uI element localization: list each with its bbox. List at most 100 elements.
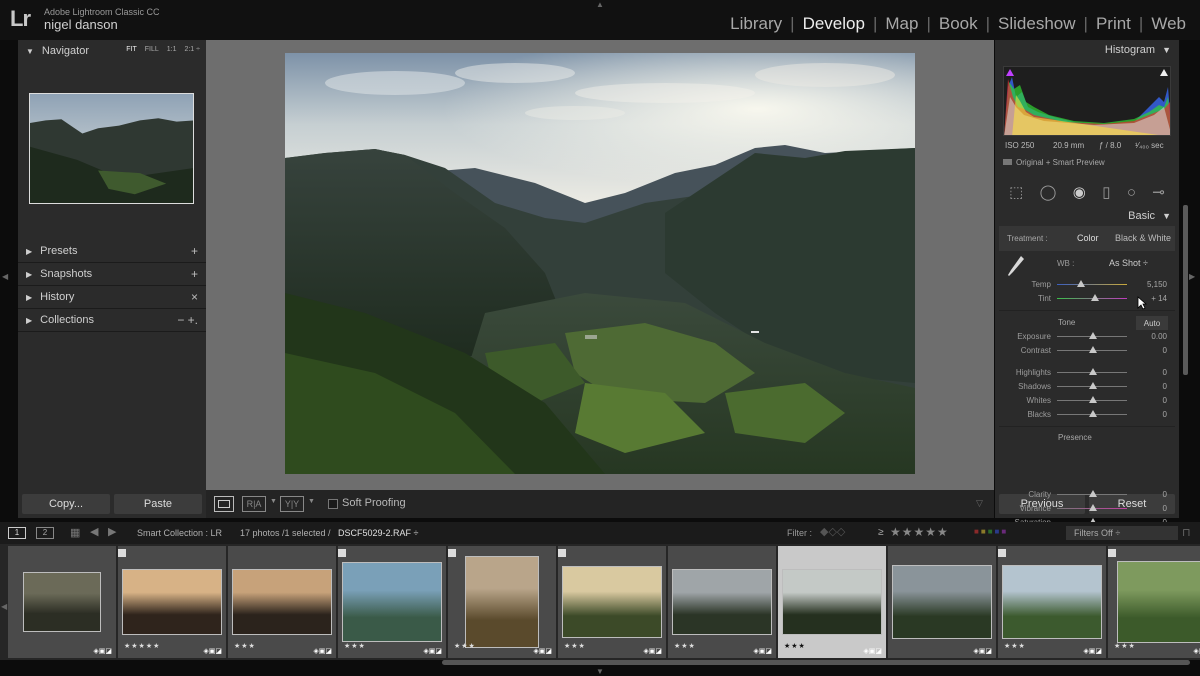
thumbnail-rating[interactable]: ★★★: [1004, 642, 1026, 650]
filmstrip-scrollbar[interactable]: [442, 660, 1190, 665]
filmstrip-thumbnail[interactable]: ◈▣◪ ★★★: [338, 546, 446, 658]
spot-removal-icon[interactable]: ◯: [1040, 183, 1057, 201]
wb-preset-select[interactable]: As Shot ÷: [1109, 258, 1148, 268]
filter-lock-icon[interactable]: ⊓: [1182, 526, 1191, 539]
histogram-header[interactable]: Histogram ▼: [1105, 44, 1171, 56]
thumbnail-rating[interactable]: ★★★: [454, 642, 476, 650]
filmstrip-thumbnail[interactable]: ◈▣◪ ★★★: [228, 546, 336, 658]
blacks-value[interactable]: 0: [1137, 410, 1167, 419]
highlight-clipping-icon[interactable]: [1160, 69, 1168, 76]
soft-proofing-checkbox[interactable]: [328, 499, 338, 509]
thumbnail-badges-icon[interactable]: ◈▣◪: [643, 647, 662, 655]
module-book[interactable]: Book: [931, 14, 986, 34]
clarity-slider-thumb[interactable]: [1089, 490, 1097, 497]
thumbnail-badges-icon[interactable]: ◈▣◪: [313, 647, 332, 655]
dropdown-arrow-icon[interactable]: ▼: [308, 498, 315, 505]
filmstrip-thumbnail[interactable]: ◈▣◪ ★★★: [558, 546, 666, 658]
add-snapshot-button[interactable]: +: [191, 267, 198, 281]
crop-icon[interactable]: ⬚: [1009, 183, 1023, 201]
red-eye-icon[interactable]: ◉: [1073, 183, 1086, 201]
temp-slider-thumb[interactable]: [1077, 280, 1085, 287]
histogram[interactable]: [1003, 66, 1171, 136]
shadow-clipping-icon[interactable]: [1006, 69, 1014, 76]
module-map[interactable]: Map: [877, 14, 926, 34]
auto-tone-button[interactable]: Auto: [1136, 316, 1168, 330]
selected-filename[interactable]: DSCF5029-2.RAF ÷: [338, 528, 418, 538]
tint-slider-thumb[interactable]: [1091, 294, 1099, 301]
module-web[interactable]: Web: [1143, 14, 1194, 34]
secondary-window-button[interactable]: 2: [36, 527, 54, 539]
filmstrip-thumbnail[interactable]: ◈▣◪ ★★★: [668, 546, 776, 658]
dropdown-arrow-icon[interactable]: ▼: [270, 498, 277, 505]
shadows-value[interactable]: 0: [1137, 382, 1167, 391]
filter-preset-select[interactable]: Filters Off ÷: [1066, 526, 1178, 540]
main-window-button[interactable]: 1: [8, 527, 26, 539]
thumbnail-rating[interactable]: ★★★: [784, 642, 806, 650]
thumbnail-rating[interactable]: ★★★: [344, 642, 366, 650]
thumbnail-rating[interactable]: ★★★: [1114, 642, 1136, 650]
main-photo[interactable]: [285, 53, 915, 474]
zoom-2-1[interactable]: 2:1 ÷: [184, 46, 200, 53]
filmstrip-thumbnail[interactable]: ◈▣◪ ★★★: [1108, 546, 1200, 658]
module-slideshow[interactable]: Slideshow: [990, 14, 1084, 34]
filmstrip-thumbnail[interactable]: ◈▣◪: [888, 546, 996, 658]
filmstrip-thumbnail[interactable]: ◈▣◪ ★★★★★: [118, 546, 226, 658]
thumbnail-rating[interactable]: ★★★: [564, 642, 586, 650]
white-balance-selector-icon[interactable]: [1007, 254, 1025, 278]
graduated-filter-icon[interactable]: ▯: [1102, 183, 1110, 201]
pick-flag-icon[interactable]: [338, 549, 346, 557]
thumbnail-badges-icon[interactable]: ◈▣◪: [533, 647, 552, 655]
snapshots-header[interactable]: ▶ Snapshots +: [18, 263, 206, 285]
treatment-color-option[interactable]: Color: [1077, 233, 1099, 243]
add-preset-button[interactable]: +: [191, 244, 198, 258]
zoom-fit[interactable]: FIT: [126, 46, 137, 53]
right-panel-scrollbar[interactable]: [1183, 205, 1188, 375]
before-after-lr-button[interactable]: R|A: [242, 496, 266, 512]
thumbnail-rating[interactable]: ★★★★★: [124, 642, 160, 650]
top-panel-toggle-icon[interactable]: ▲: [596, 0, 604, 9]
thumbnail-badges-icon[interactable]: ◈▣◪: [423, 647, 442, 655]
whites-value[interactable]: 0: [1137, 396, 1167, 405]
module-library[interactable]: Library: [722, 14, 790, 34]
bottom-panel-toggle-icon[interactable]: ▼: [596, 667, 604, 676]
basic-header[interactable]: Basic ▼: [1128, 210, 1171, 222]
rating-filter-stars-icon[interactable]: ★★★★★: [890, 525, 949, 539]
thumbnail-badges-icon[interactable]: ◈▣◪: [973, 647, 992, 655]
thumbnail-badges-icon[interactable]: ◈▣◪: [1083, 647, 1102, 655]
toolbar-menu-icon[interactable]: ▽: [976, 498, 983, 509]
filmstrip-left-arrow-icon[interactable]: ◀: [1, 602, 7, 611]
thumbnail-rating[interactable]: ★★★: [674, 642, 696, 650]
contrast-slider-thumb[interactable]: [1089, 346, 1097, 353]
collections-header[interactable]: ▶ Collections − +.: [18, 309, 206, 331]
radial-filter-icon[interactable]: ○: [1127, 184, 1136, 201]
pick-flag-icon[interactable]: [558, 549, 566, 557]
filmstrip-source[interactable]: Smart Collection : LR: [137, 528, 222, 538]
zoom-1-1[interactable]: 1:1: [167, 46, 177, 53]
clear-history-button[interactable]: ×: [191, 290, 198, 304]
blacks-slider-thumb[interactable]: [1089, 410, 1097, 417]
pick-flag-icon[interactable]: [998, 549, 1006, 557]
left-panel-toggle-icon[interactable]: ◀: [2, 272, 8, 281]
shadows-slider-thumb[interactable]: [1089, 382, 1097, 389]
color-label-filter-icons[interactable]: ■■■■■: [974, 527, 1008, 536]
thumbnail-badges-icon[interactable]: ◈▣◪: [203, 647, 222, 655]
whites-slider-thumb[interactable]: [1089, 396, 1097, 403]
thumbnail-rating[interactable]: ★★★: [234, 642, 256, 650]
paste-settings-button[interactable]: Paste: [114, 494, 202, 514]
filmstrip-thumbnail[interactable]: ◈▣◪ ★★★: [448, 546, 556, 658]
flag-filter-icons[interactable]: ◆◇◇: [820, 525, 845, 538]
temp-value[interactable]: 5,150: [1137, 280, 1167, 289]
filmstrip-thumbnail[interactable]: ◈▣◪: [8, 546, 116, 658]
vibrance-slider-thumb[interactable]: [1089, 504, 1097, 511]
right-panel-toggle-icon[interactable]: ▶: [1189, 272, 1195, 281]
contrast-value[interactable]: 0: [1137, 346, 1167, 355]
thumbnail-badges-icon[interactable]: ◈▣◪: [93, 647, 112, 655]
back-arrow-icon[interactable]: ◀: [90, 525, 98, 538]
pick-flag-icon[interactable]: [448, 549, 456, 557]
treatment-bw-option[interactable]: Black & White: [1115, 233, 1171, 243]
before-after-tb-button[interactable]: Y|Y: [280, 496, 304, 512]
filmstrip-thumbnail[interactable]: ◈▣◪ ★★★: [778, 546, 886, 658]
adjustment-brush-icon[interactable]: ⊸: [1152, 183, 1165, 201]
pick-flag-icon[interactable]: [118, 549, 126, 557]
filmstrip-thumbnail[interactable]: ◈▣◪ ★★★: [998, 546, 1106, 658]
